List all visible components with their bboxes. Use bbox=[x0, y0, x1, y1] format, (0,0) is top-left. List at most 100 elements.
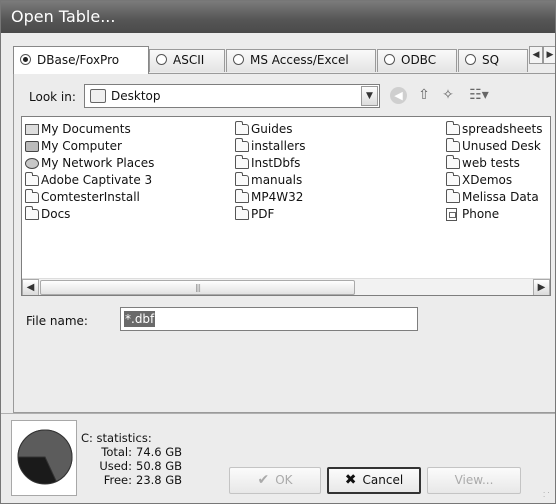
item-label: installers bbox=[251, 139, 306, 153]
file-name-label: File name: bbox=[26, 314, 88, 328]
folder-icon bbox=[25, 206, 39, 220]
stat-label: Free: bbox=[103, 473, 132, 487]
disk-usage-chart bbox=[11, 420, 77, 496]
new-folder-icon[interactable]: ✧ bbox=[438, 85, 458, 105]
folder-icon bbox=[235, 172, 249, 186]
list-item[interactable]: PDF bbox=[235, 206, 306, 223]
tab-label: DBase/FoxPro bbox=[37, 53, 120, 67]
list-item[interactable]: installers bbox=[235, 138, 306, 155]
list-item[interactable]: My Network Places bbox=[25, 155, 154, 172]
item-label: Guides bbox=[251, 122, 293, 136]
folder-icon bbox=[446, 172, 460, 186]
item-label: Unused Desk bbox=[462, 139, 541, 153]
close-icon: ✖ bbox=[344, 472, 357, 488]
look-in-label: Look in: bbox=[29, 90, 76, 104]
item-label: ComtesterInstall bbox=[41, 190, 140, 204]
folder-icon bbox=[235, 138, 249, 152]
list-item[interactable]: spreadsheets bbox=[446, 121, 542, 138]
list-item[interactable]: My Computer bbox=[25, 138, 154, 155]
item-label: My Documents bbox=[41, 122, 131, 136]
stats-header: C: statistics: bbox=[81, 431, 152, 445]
view-button[interactable]: View... bbox=[427, 467, 521, 494]
stat-value: 74.6 GB bbox=[136, 445, 183, 459]
file-name-value: *.dbf bbox=[124, 311, 156, 327]
disk-pie-icon bbox=[17, 429, 73, 485]
folder-icon bbox=[25, 172, 39, 186]
stats-row-used: Used: 50.8 GB bbox=[81, 459, 196, 473]
item-label: MP4W32 bbox=[251, 190, 304, 204]
item-label: Adobe Captivate 3 bbox=[41, 173, 153, 187]
view-menu-icon[interactable]: ☷▾ bbox=[466, 85, 492, 105]
scroll-right-icon[interactable]: ▶ bbox=[533, 279, 550, 295]
cancel-label: Cancel bbox=[362, 473, 404, 487]
source-tabs: DBase/FoxPro ASCII MS Access/Excel ODBC … bbox=[13, 46, 555, 74]
list-item[interactable]: Phone bbox=[446, 206, 542, 223]
cancel-button[interactable]: ✖ Cancel bbox=[327, 467, 421, 494]
ok-label: OK bbox=[275, 473, 293, 487]
item-label: My Computer bbox=[41, 139, 122, 153]
stat-label: Total: bbox=[101, 445, 132, 459]
chevron-right-icon[interactable]: ▶ bbox=[543, 46, 555, 64]
list-item[interactable]: MP4W32 bbox=[235, 189, 306, 206]
window-title: Open Table... bbox=[1, 1, 555, 33]
list-item[interactable]: Adobe Captivate 3 bbox=[25, 172, 154, 189]
horizontal-scrollbar[interactable]: ◀ ||| ▶ bbox=[22, 278, 550, 295]
list-item[interactable]: Unused Desk bbox=[446, 138, 542, 155]
item-label: Melissa Data bbox=[462, 190, 539, 204]
file-column: My Documents My Computer My Network Plac… bbox=[25, 121, 154, 223]
file-list[interactable]: My Documents My Computer My Network Plac… bbox=[21, 116, 551, 296]
chevron-down-icon[interactable]: ▼ bbox=[361, 86, 378, 106]
folder-icon bbox=[446, 121, 460, 135]
list-item[interactable]: Guides bbox=[235, 121, 306, 138]
item-label: Phone bbox=[462, 207, 500, 221]
list-item[interactable]: Melissa Data bbox=[446, 189, 542, 206]
tab-odbc[interactable]: ODBC bbox=[377, 49, 457, 72]
ok-button[interactable]: ✔ OK bbox=[229, 467, 321, 494]
list-item[interactable]: web tests bbox=[446, 155, 542, 172]
item-label: InstDbfs bbox=[251, 156, 301, 170]
tab-ms-access-excel[interactable]: MS Access/Excel bbox=[226, 49, 376, 72]
radio-icon[interactable] bbox=[384, 54, 395, 65]
folder-icon bbox=[235, 121, 249, 135]
item-label: manuals bbox=[251, 173, 303, 187]
up-folder-icon[interactable]: ⇧ bbox=[414, 85, 434, 105]
radio-icon[interactable] bbox=[233, 54, 244, 65]
folder-icon bbox=[446, 189, 460, 203]
file-name-input[interactable]: *.dbf bbox=[120, 307, 418, 331]
stats-row-total: Total: 74.6 GB bbox=[81, 445, 196, 459]
documents-icon bbox=[25, 124, 39, 135]
stat-value: 23.8 GB bbox=[136, 473, 183, 487]
list-item[interactable]: InstDbfs bbox=[235, 155, 306, 172]
radio-selected-icon[interactable] bbox=[20, 54, 31, 65]
list-item[interactable]: Docs bbox=[25, 206, 154, 223]
radio-icon[interactable] bbox=[465, 54, 476, 65]
chevron-left-icon[interactable]: ◀ bbox=[529, 46, 543, 64]
stat-label: Used: bbox=[99, 459, 132, 473]
item-label: PDF bbox=[251, 207, 275, 221]
tab-label: SQ bbox=[482, 53, 500, 67]
radio-icon[interactable] bbox=[156, 54, 167, 65]
folder-icon bbox=[235, 189, 249, 203]
tab-sql[interactable]: SQ bbox=[458, 49, 528, 72]
tab-scroller: ◀ ▶ bbox=[529, 46, 555, 64]
tab-label: MS Access/Excel bbox=[250, 53, 349, 67]
scrollbar-thumb[interactable]: ||| bbox=[40, 280, 355, 295]
list-item[interactable]: ComtesterInstall bbox=[25, 189, 154, 206]
stats-row-free: Free: 23.8 GB bbox=[81, 473, 196, 487]
list-item[interactable]: My Documents bbox=[25, 121, 154, 138]
folder-icon bbox=[446, 138, 460, 152]
back-icon[interactable]: ◀ bbox=[390, 87, 407, 104]
tab-ascii[interactable]: ASCII bbox=[149, 49, 225, 72]
tab-label: ODBC bbox=[401, 53, 437, 67]
tab-panel: Look in: Desktop ▼ ◀ ⇧ ✧ ☷▾ My Documents… bbox=[13, 73, 555, 413]
list-item[interactable]: manuals bbox=[235, 172, 306, 189]
tab-dbase-foxpro[interactable]: DBase/FoxPro bbox=[13, 46, 149, 74]
resize-grip-icon[interactable]: · · · bbox=[543, 490, 553, 501]
view-label: View... bbox=[454, 473, 494, 487]
item-label: XDemos bbox=[462, 173, 513, 187]
list-item[interactable]: XDemos bbox=[446, 172, 542, 189]
folder-icon bbox=[235, 155, 249, 169]
look-in-select[interactable]: Desktop ▼ bbox=[84, 84, 380, 108]
tab-label: ASCII bbox=[173, 53, 205, 67]
scroll-left-icon[interactable]: ◀ bbox=[22, 279, 39, 295]
